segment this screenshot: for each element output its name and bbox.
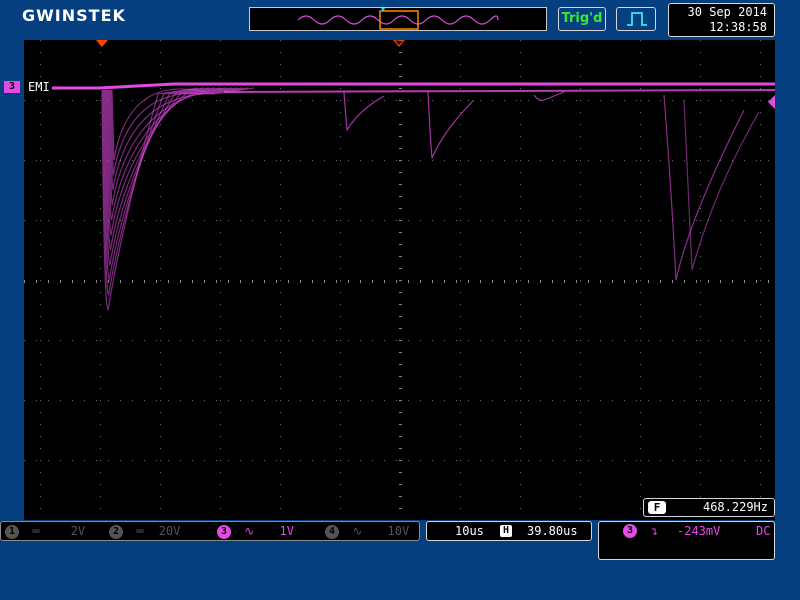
pulse-icon[interactable]	[616, 7, 656, 31]
trigger-readout[interactable]: 3 ↴ -243mV DC	[598, 521, 775, 560]
channel-3-scale: 1V	[279, 524, 294, 538]
channel-4-number: 4	[325, 524, 339, 539]
dc-coupling-icon: ═	[136, 524, 144, 538]
channel-2-scale: 20V	[158, 524, 181, 538]
frequency-badge: F	[648, 501, 666, 514]
trigger-source: 3	[623, 524, 637, 538]
channel-3-number: 3	[217, 524, 231, 539]
timebase-readout[interactable]: 10us H 39.80us	[426, 521, 592, 541]
frequency-readout: F 468.229Hz	[643, 498, 775, 517]
channel-3-status[interactable]: 3 ∿ 1V	[217, 523, 294, 539]
memory-overview-bar[interactable]	[249, 7, 547, 31]
overview-waveform	[297, 8, 499, 30]
trigger-level-marker[interactable]	[768, 95, 775, 109]
dc-coupling-icon: ═	[32, 524, 40, 538]
ac-coupling-icon: ∿	[352, 524, 363, 538]
falling-edge-icon: ↴	[651, 524, 659, 538]
ac-coupling-icon: ∿	[244, 524, 255, 538]
channel-4-scale: 10V	[387, 524, 410, 538]
date-text: 30 Sep 2014	[687, 5, 767, 19]
trigger-level: -243mV	[677, 524, 721, 538]
channel-3-ground-marker[interactable]: 3	[4, 81, 20, 93]
channel-2-number: 2	[109, 524, 123, 539]
trigger-position-marker	[96, 40, 108, 47]
channel-status-bar: 1 ═ 2V 2 ═ 20V 3 ∿ 1V 4 ∿ 10V	[0, 521, 420, 541]
channel-label: EMI	[28, 80, 50, 94]
trigger-coupling: DC	[756, 524, 771, 538]
horizontal-position-value: 39.80us	[527, 524, 578, 538]
channel-1-status[interactable]: 1 ═ 2V	[5, 523, 85, 539]
channel-4-status[interactable]: 4 ∿ 10V	[325, 523, 409, 539]
frequency-value: 468.229Hz	[702, 500, 768, 514]
overview-window[interactable]	[379, 10, 419, 30]
datetime-display: 30 Sep 2014 12:38:58	[668, 3, 775, 37]
channel-1-scale: 2V	[70, 524, 86, 538]
horizontal-position-icon: H	[500, 525, 512, 537]
brand-logo: GWINSTEK	[22, 6, 126, 25]
waveform-display[interactable]	[24, 40, 775, 520]
waveform-graticule	[24, 40, 775, 509]
trigger-status-indicator: Trig'd	[558, 7, 606, 31]
channel-1-number: 1	[5, 524, 19, 539]
timebase-scale: 10us	[455, 524, 484, 538]
time-text: 12:38:58	[709, 20, 767, 34]
channel-2-status[interactable]: 2 ═ 20V	[109, 523, 180, 539]
